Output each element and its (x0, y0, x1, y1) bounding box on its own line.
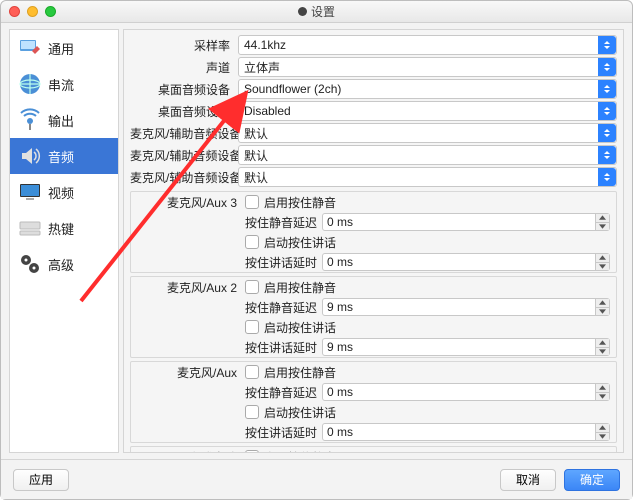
group-2: 麦克风/Aux 启用按住静音 按住静音延迟 0 ms 启动按住讲话 按住讲话延时 0 … (130, 361, 617, 443)
talk-delay-label: 按住讲话延时 (245, 254, 317, 271)
chevron-updown-icon (598, 146, 616, 164)
sidebar-item-label: 串流 (48, 75, 74, 94)
sidebar-item-output[interactable]: 输出 (10, 102, 118, 138)
select-mic-aux-2[interactable]: 默认 (238, 145, 617, 165)
sidebar-item-general[interactable]: 通用 (10, 30, 118, 66)
group-0: 麦克风/Aux 3 启用按住静音 按住静音延迟 0 ms 启动按住讲话 按住讲话延时… (130, 191, 617, 273)
select-desktop-audio[interactable]: Soundflower (2ch) (238, 79, 617, 99)
chevron-updown-icon (598, 36, 616, 54)
ptt-talk-label: 启动按住讲话 (264, 319, 336, 336)
ptt-talk-checkbox[interactable] (245, 320, 259, 334)
mute-delay-label: 按住静音延迟 (245, 299, 317, 316)
window-title: 设置 (311, 3, 335, 20)
sidebar-item-label: 音频 (48, 147, 74, 166)
ptt-talk-label: 启动按住讲话 (264, 234, 336, 251)
mute-delay-stepper[interactable]: 0 ms (322, 213, 610, 231)
ptt-mute-checkbox[interactable] (245, 365, 259, 379)
mute-delay-stepper[interactable]: 9 ms (322, 298, 610, 316)
sidebar-item-advanced[interactable]: 高级 (10, 246, 118, 282)
ok-button[interactable]: 确定 (564, 469, 620, 491)
ptt-mute-checkbox[interactable] (245, 195, 259, 209)
ptt-mute-checkbox[interactable] (245, 280, 259, 294)
sidebar-item-label: 视频 (48, 183, 74, 202)
label-mic-aux-3: 麦克风/辅助音频设备 3 (130, 169, 238, 186)
globe-icon (18, 72, 42, 96)
talk-delay-stepper[interactable]: 0 ms (322, 423, 610, 441)
sidebar-item-stream[interactable]: 串流 (10, 66, 118, 102)
ptt-talk-checkbox[interactable] (245, 235, 259, 249)
ptt-mute-label: 启用按住静音 (264, 279, 336, 296)
group-title: 麦克风/Aux (137, 364, 245, 381)
mute-delay-label: 按住静音延迟 (245, 384, 317, 401)
label-mic-aux: 麦克风/辅助音频设备 (130, 125, 238, 142)
label-desktop-audio: 桌面音频设备 (130, 81, 238, 98)
apply-button[interactable]: 应用 (13, 469, 69, 491)
chevron-updown-icon (598, 80, 616, 98)
ptt-mute-checkbox[interactable] (245, 450, 259, 453)
ptt-talk-checkbox[interactable] (245, 405, 259, 419)
display-icon (18, 180, 42, 204)
talk-delay-label: 按住讲话延时 (245, 339, 317, 356)
label-desktop-audio-2: 桌面音频设备 (130, 103, 238, 120)
sidebar-item-hotkeys[interactable]: 热键 (10, 210, 118, 246)
sidebar-item-label: 输出 (48, 111, 74, 130)
signal-icon (18, 108, 42, 132)
chevron-updown-icon (598, 102, 616, 120)
group-3: 台式音响 启用按住静音 (130, 446, 617, 453)
footer: 应用 取消 确定 (1, 459, 632, 499)
ptt-mute-label: 启用按住静音 (264, 364, 336, 381)
select-channels[interactable]: 立体声 (238, 57, 617, 77)
chevron-updown-icon (598, 168, 616, 186)
sidebar-item-label: 高级 (48, 255, 74, 274)
cancel-button[interactable]: 取消 (500, 469, 556, 491)
ptt-mute-label: 启用按住静音 (264, 194, 336, 211)
mute-delay-label: 按住静音延迟 (245, 214, 317, 231)
monitor-wrench-icon (18, 36, 42, 60)
keyboard-icon (18, 216, 42, 240)
select-mic-aux[interactable]: 默认 (238, 123, 617, 143)
select-desktop-audio-2[interactable]: Disabled (238, 101, 617, 121)
chevron-updown-icon (598, 124, 616, 142)
gears-icon (18, 252, 42, 276)
group-title: 麦克风/Aux 3 (137, 194, 245, 211)
group-title: 麦克风/Aux 2 (137, 279, 245, 296)
chevron-updown-icon (598, 58, 616, 76)
sidebar-item-video[interactable]: 视频 (10, 174, 118, 210)
main-panel: 采样率44.1khz 声道立体声 桌面音频设备Soundflower (2ch)… (123, 29, 624, 453)
label-sample-rate: 采样率 (130, 37, 238, 54)
talk-delay-label: 按住讲话延时 (245, 424, 317, 441)
mute-delay-stepper[interactable]: 0 ms (322, 383, 610, 401)
group-title: 台式音响 (137, 449, 245, 454)
talk-delay-stepper[interactable]: 0 ms (322, 253, 610, 271)
sidebar-item-label: 热键 (48, 219, 74, 238)
select-sample-rate[interactable]: 44.1khz (238, 35, 617, 55)
group-1: 麦克风/Aux 2 启用按住静音 按住静音延迟 9 ms 启动按住讲话 按住讲话延时… (130, 276, 617, 358)
sidebar-item-audio[interactable]: 音频 (10, 138, 118, 174)
sidebar-item-label: 通用 (48, 39, 74, 58)
label-channels: 声道 (130, 59, 238, 76)
sidebar: 通用 串流 输出 音频 视频 热键 (9, 29, 119, 453)
label-mic-aux-2: 麦克风/辅助音频设备 2 (130, 147, 238, 164)
titlebar: 设置 (1, 1, 632, 23)
speaker-icon (18, 144, 42, 168)
app-icon (298, 7, 307, 16)
ptt-mute-label: 启用按住静音 (264, 449, 336, 454)
talk-delay-stepper[interactable]: 9 ms (322, 338, 610, 356)
select-mic-aux-3[interactable]: 默认 (238, 167, 617, 187)
ptt-talk-label: 启动按住讲话 (264, 404, 336, 421)
